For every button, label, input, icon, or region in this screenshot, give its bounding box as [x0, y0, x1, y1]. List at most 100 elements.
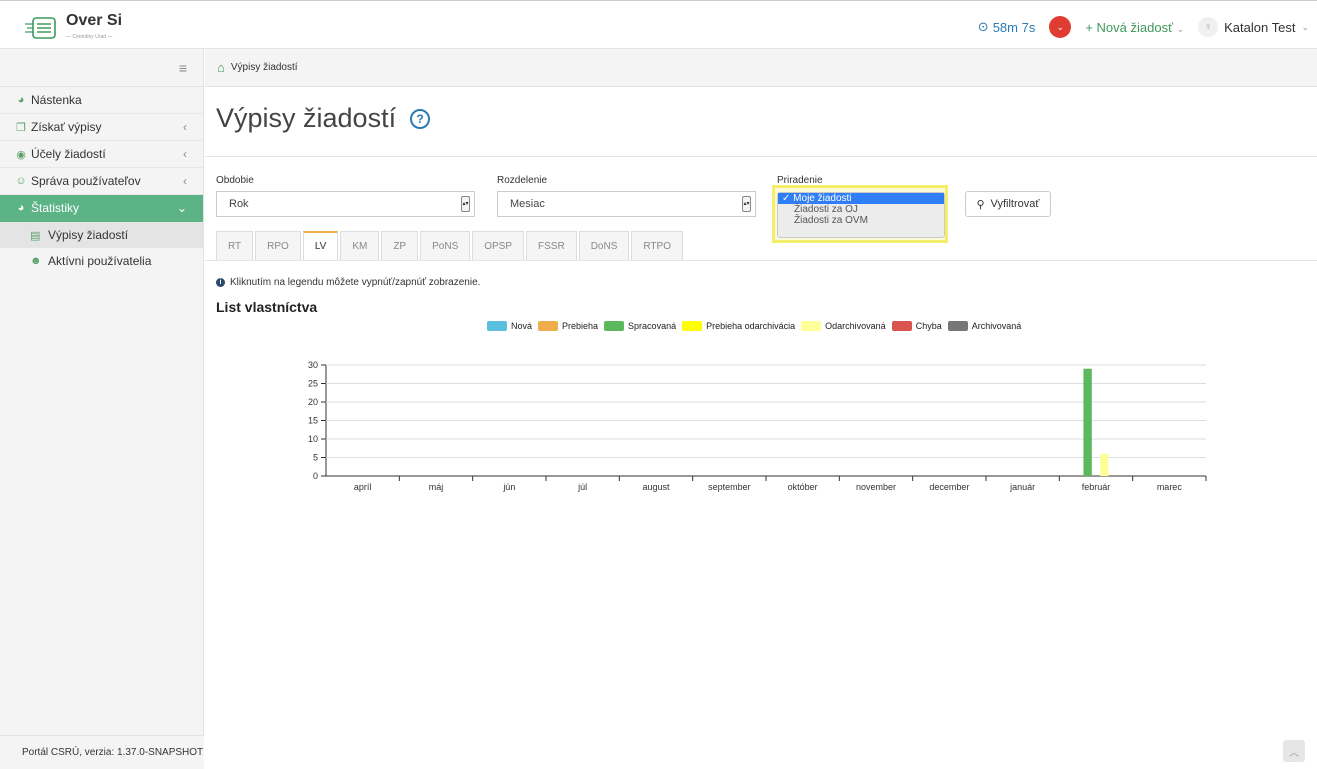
x-tick-label: január — [1009, 482, 1035, 492]
legend-swatch — [947, 321, 968, 331]
new-request-menu[interactable]: + Nová žiadosť ⌄ — [1085, 20, 1184, 35]
tab-zp[interactable]: ZP — [381, 231, 419, 260]
info-note: i Kliknutím na legendu môžete vypnúť/zap… — [216, 277, 480, 288]
caret-down-icon: ⌄ — [1176, 23, 1185, 34]
caret-down-icon: ⌄ — [1301, 21, 1309, 32]
sidebar-toggle[interactable]: ≡ — [0, 49, 203, 87]
assign-dropdown[interactable]: ✓ Moje žiadosti Žiadosti za OJ Žiadosti … — [777, 192, 945, 238]
legend-label: Prebieha odarchivácia — [706, 321, 796, 331]
legend-item[interactable]: Prebieha odarchivácia — [682, 321, 795, 331]
sidebar-item-label: Účely žiadostí — [31, 147, 106, 161]
x-tick-label: november — [856, 482, 896, 492]
notification-button[interactable]: ⌄ — [1049, 16, 1072, 38]
clock-icon: ⊙ — [977, 19, 989, 34]
scroll-top-button[interactable]: ︿ — [1283, 740, 1305, 762]
tab-lv[interactable]: LV — [302, 231, 339, 260]
sidebar-item-purposes[interactable]: ◉ Účely žiadostí ‹ — [0, 141, 203, 168]
sidebar-item-user-management[interactable]: ☺ Správa používateľov ‹ — [0, 168, 203, 195]
divider — [205, 260, 1317, 261]
legend-item[interactable]: Chyba — [891, 321, 942, 331]
sidebar-item-statistics[interactable]: ◕ Štatistiky ⌄ — [0, 195, 203, 222]
x-tick-label: október — [788, 482, 818, 492]
user-icon: ♀ — [1198, 17, 1219, 37]
x-tick-label: júl — [577, 482, 587, 492]
legend-item[interactable]: Nová — [487, 321, 532, 331]
y-tick-label: 0 — [313, 471, 318, 481]
help-icon[interactable]: ? — [410, 108, 431, 129]
map-icon: ▤ — [30, 229, 41, 242]
split-select[interactable]: Mesiac ▴▾ — [497, 191, 756, 217]
y-tick-label: 25 — [308, 379, 318, 389]
tab-opsp[interactable]: OPSP — [472, 231, 525, 260]
sidebar-item-label: Nástenka — [31, 93, 82, 107]
tab-rtpo[interactable]: RTPO — [631, 231, 683, 260]
split-value: Mesiac — [510, 198, 545, 210]
x-tick-label: marec — [1157, 482, 1183, 492]
sidebar-subitem-request-extracts[interactable]: ▤ Výpisy žiadostí — [0, 222, 203, 248]
chart-legend: Nová Prebieha Spracovaná Prebieha odarchivá… — [487, 321, 1027, 331]
legend-item[interactable]: Spracovaná — [604, 321, 676, 331]
legend-item[interactable]: Prebieha — [538, 321, 598, 331]
tab-dons[interactable]: DoNS — [578, 231, 630, 260]
page-title-text: Výpisy žiadostí — [216, 103, 397, 133]
dashboard-icon: ◕ — [17, 202, 25, 214]
tab-km[interactable]: KM — [340, 231, 380, 260]
select-arrow-icon: ▴▾ — [461, 196, 470, 212]
assign-dropdown-highlight: ✓ Moje žiadosti Žiadosti za OJ Žiadosti … — [772, 185, 948, 243]
filter-button-label: Vyfiltrovať — [990, 198, 1040, 210]
sidebar-subitem-label: Výpisy žiadostí — [48, 228, 129, 242]
sidebar-item-dashboard[interactable]: ◕ Nástenka — [0, 87, 203, 114]
info-icon: i — [216, 278, 225, 287]
y-tick-label: 10 — [308, 434, 318, 444]
legend-item[interactable]: Odarchivovaná — [801, 321, 886, 331]
home-icon[interactable]: ⌂ — [217, 60, 225, 75]
page-title: Výpisy žiadostí ? — [216, 103, 431, 134]
x-tick-label: august — [642, 482, 670, 492]
x-tick-label: september — [708, 482, 751, 492]
legend-swatch — [604, 321, 625, 331]
legend-swatch — [891, 321, 912, 331]
assign-option-mine[interactable]: ✓ Moje žiadosti — [778, 193, 944, 204]
assign-option-oj[interactable]: Žiadosti za OJ — [778, 204, 944, 215]
divider — [205, 156, 1317, 157]
session-timer: ⊙ 58m 7s — [978, 19, 1036, 35]
tab-fssr[interactable]: FSSR — [526, 231, 577, 260]
legend-label: Prebieha — [562, 321, 599, 331]
assign-option-ovm[interactable]: Žiadosti za OVM — [778, 215, 944, 226]
user-menu[interactable]: ♀ Katalon Test ⌄ — [1198, 17, 1309, 37]
breadcrumb: ⌂ Výpisy žiadostí — [205, 49, 1317, 87]
logo-icon — [25, 17, 56, 39]
sidebar-item-label: Získať výpisy — [31, 120, 102, 134]
filter-button[interactable]: ⚲ Vyfiltrovať — [965, 191, 1051, 217]
info-text: Kliknutím na legendu môžete vypnúť/zapnú… — [230, 277, 481, 288]
x-tick-label: december — [929, 482, 969, 492]
x-tick-label: jún — [502, 482, 515, 492]
copy-icon: ❐ — [16, 121, 26, 134]
sidebar: ≡ ◕ Nástenka ❐ Získať výpisy ‹ ◉ Účely ž… — [0, 49, 204, 769]
search-icon: ⚲ — [976, 198, 985, 211]
sidebar-subitem-active-users[interactable]: ☻ Aktívni používatelia — [0, 248, 203, 274]
tab-pons[interactable]: PoNS — [420, 231, 471, 260]
sidebar-item-label: Štatistiky — [31, 201, 80, 215]
chevron-left-icon: ‹ — [183, 147, 187, 161]
y-tick-label: 5 — [313, 453, 318, 463]
logo-subtitle: — Centrálny Úrad — — [66, 34, 113, 40]
user-name: Katalon Test — [1224, 19, 1296, 35]
x-tick-label: február — [1082, 482, 1111, 492]
legend-item[interactable]: Archivovaná — [947, 321, 1021, 331]
chevron-left-icon: ‹ — [183, 120, 187, 134]
hamburger-icon: ≡ — [178, 60, 187, 76]
sidebar-item-get-extracts[interactable]: ❐ Získať výpisy ‹ — [0, 114, 203, 141]
app-logo[interactable]: Over Si — Centrálny Úrad — — [24, 13, 122, 44]
select-arrow-icon: ▴▾ — [742, 196, 751, 212]
period-label: Obdobie — [216, 175, 254, 186]
tab-rpo[interactable]: RPO — [255, 231, 301, 260]
plus-icon: + — [1085, 19, 1093, 35]
legend-label: Chyba — [915, 321, 942, 331]
chevron-down-icon: ⌄ — [176, 201, 187, 215]
legend-swatch — [682, 321, 703, 331]
sidebar-item-label: Správa používateľov — [31, 174, 141, 188]
legend-label: Spracovaná — [628, 321, 677, 331]
tab-rt[interactable]: RT — [216, 231, 254, 260]
period-select[interactable]: Rok ▴▾ — [216, 191, 475, 217]
